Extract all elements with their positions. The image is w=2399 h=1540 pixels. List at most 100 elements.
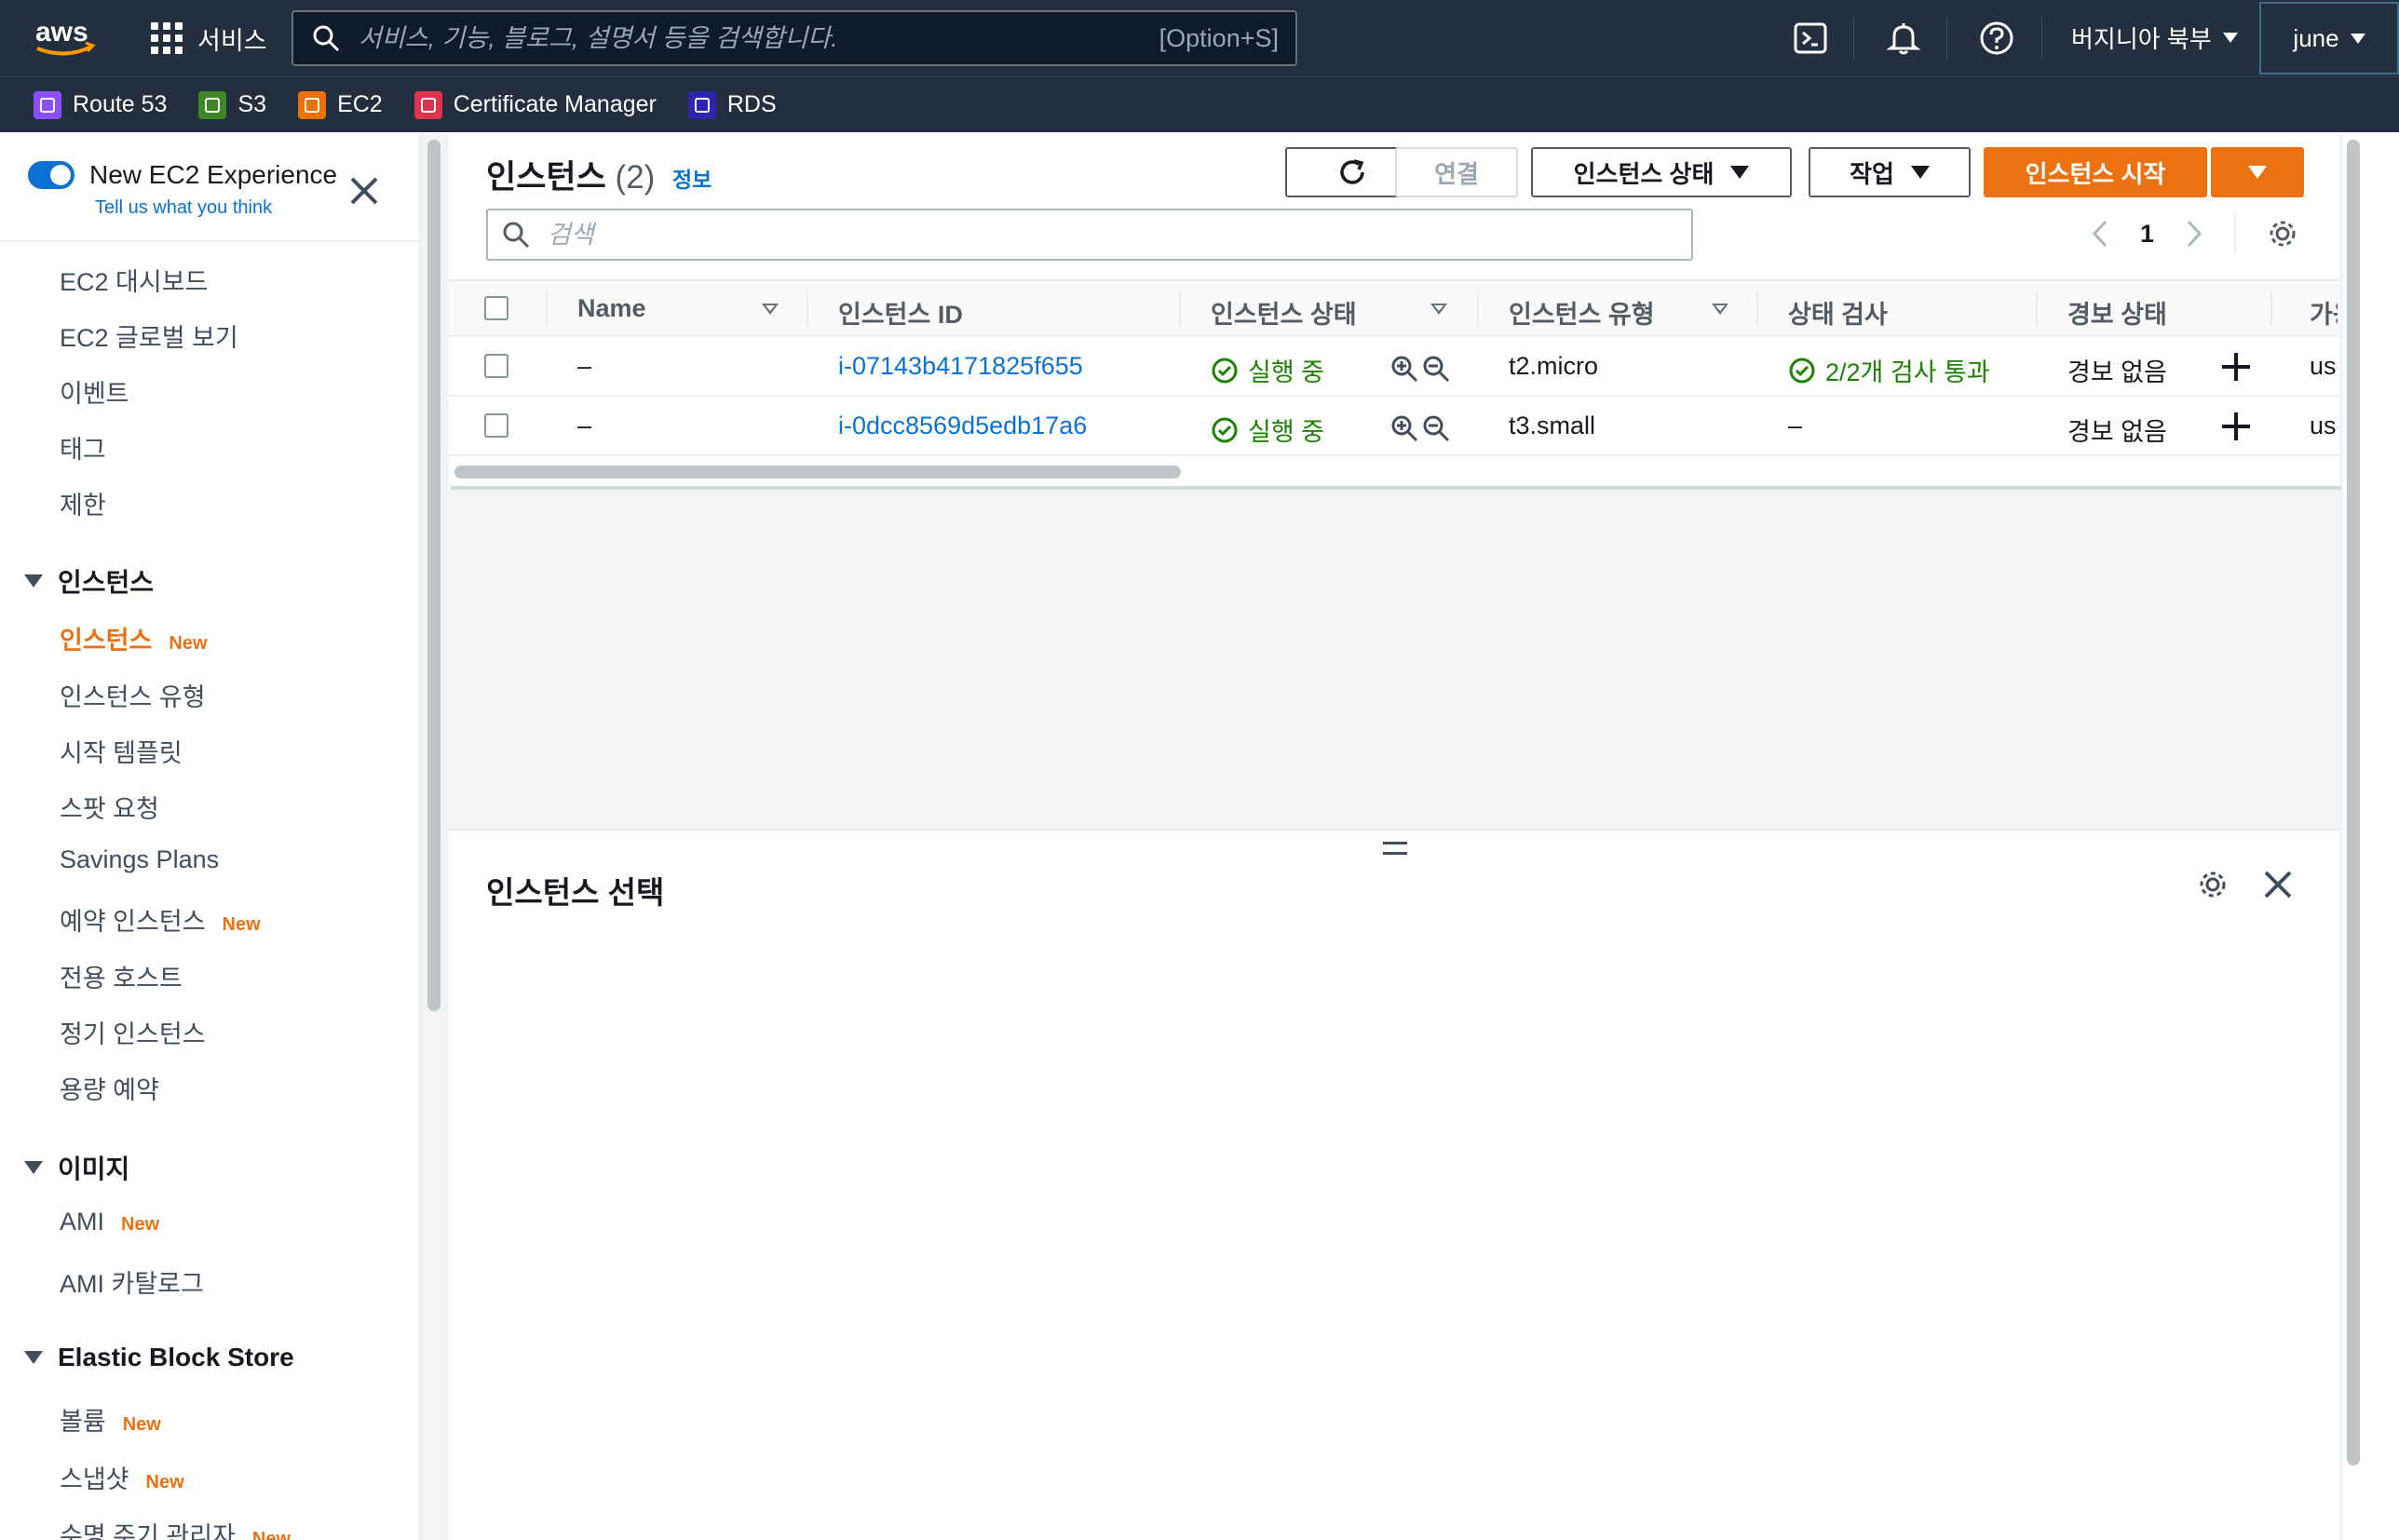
sort-icon[interactable] [762,304,779,315]
connect-label: 연결 [1434,159,1479,188]
sidebar-item-scheduled-instances[interactable]: 정기 인스턴스 [60,1014,206,1050]
sidebar-item-label: 제한 [60,492,106,520]
sidebar-item-ami-catalog[interactable]: AMI 카탈로그 [60,1263,204,1300]
favorite-certificate-manager[interactable]: Certificate Manager [413,90,657,119]
sidebar-section-images[interactable]: 이미지 [24,1149,129,1186]
column-header-status-check[interactable]: 상태 검사 [1788,294,1888,331]
close-icon[interactable] [2263,870,2293,899]
sidebar-item-tags[interactable]: 태그 [60,429,106,466]
actions-button[interactable]: 작업 [1809,147,1971,197]
column-header-instance-type[interactable]: 인스턴스 유형 [1509,294,1655,331]
resize-handle-icon[interactable] [1383,842,1407,855]
select-all-checkbox[interactable] [484,296,508,320]
gear-icon[interactable] [2196,868,2230,901]
zoom-out-icon[interactable] [1421,354,1451,384]
instance-state-button[interactable]: 인스턴스 상태 [1531,147,1792,197]
table-row[interactable]: – i-0dcc8569d5edb17a6 실행 중 t3.small – 경보… [449,397,2339,456]
aws-logo[interactable]: aws [34,15,97,60]
sidebar-item-limits[interactable]: 제한 [60,485,106,521]
row-checkbox[interactable] [484,413,508,438]
feedback-link[interactable]: Tell us what you think [95,197,272,219]
check-circle-icon [1212,417,1238,442]
sidebar-section-ebs[interactable]: Elastic Block Store [24,1343,294,1372]
favorite-rds[interactable]: RDS [687,90,777,119]
sidebar-item-spot-requests[interactable]: 스팟 요청 [60,789,159,825]
add-alarm-icon[interactable] [2222,412,2250,440]
table-header: Name 인스턴스 ID 인스턴스 상태 인스턴스 유형 상태 검사 경보 상태… [449,279,2339,337]
chevron-right-icon[interactable] [2184,219,2204,249]
column-divider [2270,292,2272,326]
sidebar-item-launch-templates[interactable]: 시작 템플릿 [60,733,183,769]
sidebar-scrollbar[interactable] [427,140,440,1011]
sidebar-item-label: 시작 템플릿 [60,739,183,767]
sidebar-item-instance-types[interactable]: 인스턴스 유형 [60,677,206,713]
launch-instances-button[interactable]: 인스턴스 시작 [1984,147,2207,197]
current-page[interactable]: 1 [2140,220,2154,249]
column-header-alarm-status[interactable]: 경보 상태 [2067,294,2167,331]
column-header-name[interactable]: Name [577,294,646,323]
gear-icon[interactable] [2266,217,2299,250]
sidebar-item-reserved-instances[interactable]: 예약 인스턴스 New [60,901,261,938]
column-header-availability-zone[interactable]: 가용 [2310,294,2338,331]
services-menu-button[interactable]: 서비스 [151,9,267,67]
chevron-left-icon[interactable] [2090,219,2110,249]
svg-text:aws: aws [35,17,88,47]
instance-search-box[interactable] [486,209,1693,261]
sidebar-item-ec2-dashboard[interactable]: EC2 대시보드 [60,262,208,298]
column-header-instance-id[interactable]: 인스턴스 ID [838,294,963,331]
sidebar-item-ec2-global-view[interactable]: EC2 글로벌 보기 [60,317,238,354]
cell-instance-type: t3.small [1509,412,1596,439]
sidebar-item-capacity-reservations[interactable]: 용량 예약 [60,1070,159,1106]
instance-search-input[interactable] [548,220,1691,250]
table-horizontal-scrollbar[interactable] [454,466,1181,479]
main-vertical-scrollbar[interactable] [2347,140,2360,1466]
sidebar-item-instances[interactable]: 인스턴스 New [60,620,208,656]
add-alarm-icon[interactable] [2222,353,2250,381]
cell-instance-id[interactable]: i-0dcc8569d5edb17a6 [838,412,1087,440]
connect-button[interactable]: 연결 [1395,147,1518,197]
region-selector[interactable]: 버지니아 북부 [2071,20,2238,55]
sidebar-item-label: AMI 카탈로그 [60,1270,204,1298]
sidebar-item-lifecycle-manager[interactable]: 수명 주기 관리자 New [60,1516,291,1540]
sort-icon[interactable] [1712,304,1728,315]
account-menu[interactable]: june [2259,2,2399,74]
global-search-box[interactable]: [Option+S] [291,10,1297,66]
panel-divider [451,486,2341,490]
sidebar-item-volumes[interactable]: 볼륨 New [60,1401,161,1438]
rds-icon [687,90,716,119]
sidebar-item-dedicated-hosts[interactable]: 전용 호스트 [60,958,183,994]
sidebar-item-snapshots[interactable]: 스냅샷 New [60,1459,184,1495]
sidebar-item-savings-plans[interactable]: Savings Plans [60,845,219,874]
close-icon[interactable] [348,175,380,207]
favorite-s3[interactable]: S3 [198,90,266,119]
zoom-in-icon[interactable] [1389,413,1419,443]
column-divider [2036,292,2038,326]
cell-status-check[interactable]: 2/2개 검사 통과 [1788,352,1990,388]
sidebar-item-ami[interactable]: AMI New [60,1208,159,1236]
sidebar-item-events[interactable]: 이벤트 [60,373,129,410]
sidebar-section-instances[interactable]: 인스턴스 [24,562,154,600]
row-checkbox[interactable] [484,354,508,378]
favorite-ec2[interactable]: EC2 [298,90,383,119]
global-search-input[interactable] [359,23,1159,53]
cell-instance-id[interactable]: i-07143b4171825f655 [838,352,1083,381]
help-icon[interactable] [1978,20,2015,57]
column-header-instance-state[interactable]: 인스턴스 상태 [1211,294,1357,331]
new-experience-toggle[interactable] [28,161,75,189]
favorite-label: EC2 [337,91,383,117]
nav-divider [1946,17,1947,60]
zoom-in-icon[interactable] [1389,354,1419,384]
launch-options-dropdown[interactable] [2211,147,2304,197]
ec2-icon [298,90,327,119]
sidebar-section-title: Elastic Block Store [58,1343,294,1371]
bell-icon[interactable] [1885,20,1922,57]
favorite-route53[interactable]: Route 53 [34,90,167,119]
sort-icon[interactable] [1430,304,1447,315]
instances-panel: 인스턴스 (2) 정보 연결 인스턴스 상태 작업 인스턴스 시작 검색 1 N… [449,134,2341,490]
instance-count: (2) [615,159,656,196]
zoom-out-icon[interactable] [1421,413,1451,443]
cell-status-check: – [1788,412,1803,439]
info-link[interactable]: 정보 [672,162,712,194]
table-row[interactable]: – i-07143b4171825f655 실행 중 t2.micro 2/2개… [449,337,2339,397]
cloudshell-icon[interactable] [1792,20,1829,57]
